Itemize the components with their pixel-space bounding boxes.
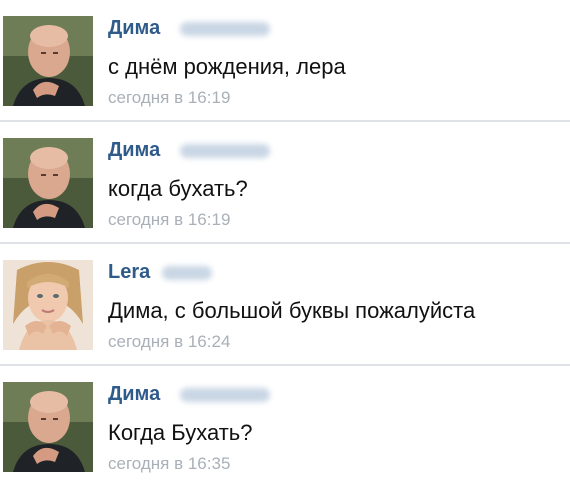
blurred-surname — [180, 388, 270, 402]
message-item: Дима Когда Бухать? сегодня в 16:35 — [0, 366, 570, 484]
message-timestamp: сегодня в 16:35 — [108, 454, 231, 473]
avatar[interactable] — [3, 138, 93, 228]
author-name[interactable]: Lera — [108, 260, 150, 284]
avatar[interactable] — [3, 260, 93, 350]
message-text: Когда Бухать? — [108, 420, 253, 445]
message-timestamp: сегодня в 16:24 — [108, 332, 231, 351]
female-avatar-icon — [3, 260, 93, 350]
message-item: Дима когда бухать? сегодня в 16:19 — [0, 122, 570, 240]
message-item: Lera Дима, с большой буквы пожалуйста се… — [0, 244, 570, 362]
message-text: с днём рождения, лера — [108, 54, 346, 79]
male-avatar-icon — [3, 382, 93, 472]
message-timestamp: сегодня в 16:19 — [108, 88, 231, 107]
blurred-surname — [162, 266, 212, 280]
message-text: Дима, с большой буквы пожалуйста — [108, 298, 476, 323]
author-name[interactable]: Дима — [108, 138, 160, 162]
message-item: Дима с днём рождения, лера сегодня в 16:… — [0, 0, 570, 118]
blurred-surname — [180, 144, 270, 158]
blurred-surname — [180, 22, 270, 36]
male-avatar-icon — [3, 16, 93, 106]
message-timestamp: сегодня в 16:19 — [108, 210, 231, 229]
author-name[interactable]: Дима — [108, 16, 160, 40]
avatar[interactable] — [3, 16, 93, 106]
message-text: когда бухать? — [108, 176, 248, 201]
message-feed: Дима с днём рождения, лера сегодня в 16:… — [0, 0, 570, 486]
male-avatar-icon — [3, 138, 93, 228]
author-name[interactable]: Дима — [108, 382, 160, 406]
avatar[interactable] — [3, 382, 93, 472]
